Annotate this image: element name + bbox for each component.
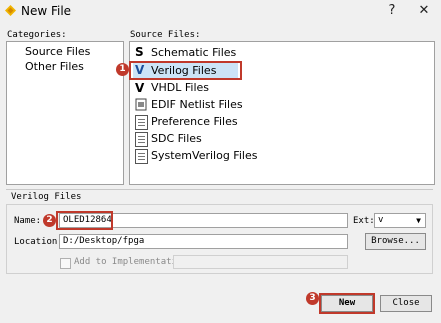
categories-list[interactable]: Source Files Other Files — [6, 41, 124, 185]
location-input[interactable]: D:/Desktop/fpga — [59, 234, 348, 249]
sdc-file-icon — [135, 132, 148, 147]
window-title: New File — [21, 4, 72, 18]
close-button[interactable]: Close — [380, 295, 432, 312]
verilog-files-section-label: Verilog Files — [11, 192, 82, 202]
section-separator — [6, 189, 433, 190]
callout-2: 2 — [43, 214, 56, 227]
chevron-down-icon: ▼ — [416, 216, 421, 225]
location-label: Location: — [14, 237, 63, 247]
ext-select-value: v — [378, 215, 384, 225]
ext-select[interactable]: v ▼ — [374, 213, 426, 228]
source-schematic-files[interactable]: Schematic Files — [151, 45, 236, 61]
source-preference-files[interactable]: Preference Files — [151, 114, 238, 130]
source-systemverilog-files[interactable]: SystemVerilog Files — [151, 148, 257, 164]
categories-label: Categories: — [7, 30, 67, 40]
help-button[interactable]: ? — [381, 2, 403, 20]
ext-label: Ext: — [353, 216, 375, 226]
new-highlight-box — [319, 293, 375, 314]
name-label: Name: — [14, 216, 42, 226]
source-files-label: Source Files: — [130, 30, 201, 40]
title-bar: New File ? ✕ — [0, 0, 441, 22]
preference-file-icon — [135, 115, 148, 130]
close-window-button[interactable]: ✕ — [413, 2, 435, 20]
vhdl-icon: V — [135, 81, 145, 95]
source-edif-netlist-files[interactable]: EDIF Netlist Files — [151, 97, 243, 113]
name-highlight-box — [56, 211, 113, 230]
app-icon — [5, 5, 16, 16]
edif-icon — [135, 98, 147, 111]
browse-button[interactable]: Browse... — [365, 233, 426, 250]
verilog-highlight-box — [129, 61, 242, 80]
category-other-files[interactable]: Other Files — [25, 59, 84, 75]
source-vhdl-files[interactable]: VHDL Files — [151, 80, 209, 96]
schematic-icon: S — [135, 45, 144, 59]
systemverilog-file-icon — [135, 149, 148, 164]
category-source-files[interactable]: Source Files — [25, 44, 90, 60]
implementation-field — [173, 255, 348, 269]
callout-1: 1 — [116, 63, 129, 76]
callout-3: 3 — [306, 292, 319, 305]
add-to-implementation-checkbox[interactable] — [60, 258, 71, 269]
add-to-implementation-label: Add to Implementation — [74, 257, 188, 267]
source-sdc-files[interactable]: SDC Files — [151, 131, 202, 147]
